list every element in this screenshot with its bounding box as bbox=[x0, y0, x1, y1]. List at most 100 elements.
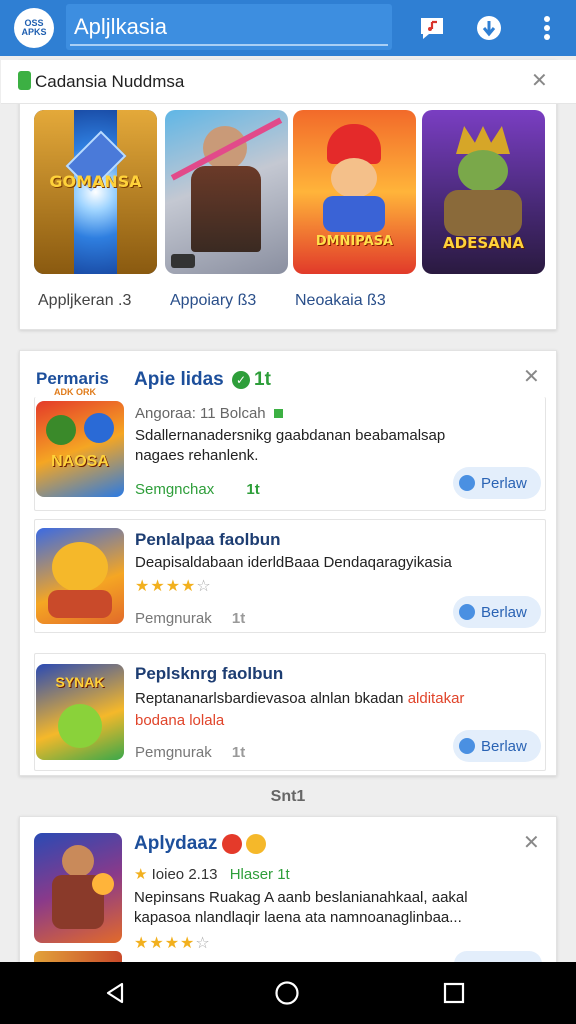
list-item[interactable]: NAOSA Angoraa: 11 Bolcah Sdallernanaders… bbox=[34, 397, 546, 511]
app-icon-3: SYNAK bbox=[36, 664, 124, 760]
app-title: Apljlkasia bbox=[74, 14, 167, 39]
icon-1-character-b bbox=[84, 413, 114, 443]
section-badge: Permaris bbox=[36, 369, 109, 388]
row-1-meta: Angoraa: 11 Bolcah bbox=[135, 405, 283, 422]
close-icon[interactable]: ✕ bbox=[531, 71, 548, 91]
icon-1-label: NAOSA bbox=[51, 453, 109, 470]
tile-2-age-badge bbox=[171, 254, 195, 268]
recommended-card: Permaris ADK ORK Apie lidas ✓ 1t ✕ NAOSA… bbox=[19, 350, 557, 776]
row-3-foot: Pemgnurak 1t bbox=[135, 744, 245, 761]
icon-2-cat-face bbox=[52, 542, 108, 592]
tile-4-hero-armor bbox=[444, 190, 522, 236]
pin-icon bbox=[459, 738, 475, 754]
recents-icon[interactable] bbox=[439, 978, 469, 1008]
logo-text: OSS APKS bbox=[21, 18, 47, 37]
row-2-foot-extra: 1t bbox=[231, 610, 246, 627]
section-badge-sub: ADK ORK bbox=[54, 387, 96, 397]
close-icon[interactable]: ✕ bbox=[523, 367, 540, 387]
game-tile-1[interactable]: GOMANSA bbox=[34, 110, 157, 274]
icon-3-label: SYNAK bbox=[55, 674, 105, 690]
app-detail-desc-1: Nepinsans Ruakag A aanb beslanianahkaal,… bbox=[134, 889, 468, 906]
app-detail-card[interactable]: Aplydaaz ✕ ★ Ioieo 2.13 Hlaser 1t Nepins… bbox=[19, 816, 557, 977]
search-underline bbox=[70, 44, 388, 46]
icon-1-character-a bbox=[46, 415, 76, 445]
app-detail-meta-text: Ioieo 2.13 bbox=[151, 866, 218, 883]
app-icon-1: NAOSA bbox=[36, 401, 124, 497]
icon-4-fireball bbox=[92, 873, 114, 895]
alert-icon bbox=[222, 834, 242, 854]
stars-empty: ☆ bbox=[196, 578, 212, 595]
app-detail-desc-2: kapasoa nlandlaqir laena ata namnoanagli… bbox=[134, 909, 462, 926]
update-icon[interactable] bbox=[473, 12, 505, 44]
chat-icon[interactable] bbox=[416, 12, 448, 44]
row-3-desc-2: bodana lolala bbox=[135, 712, 225, 729]
phone-badge-icon bbox=[18, 71, 31, 90]
game-tile-2[interactable] bbox=[165, 110, 288, 274]
app-detail-meta: ★ Ioieo 2.13 Hlaser 1t bbox=[134, 865, 290, 883]
app-icon-2 bbox=[36, 528, 124, 624]
icon-3-character bbox=[58, 704, 102, 748]
row-1-desc-1: Sdallernanadersnikg gaabdanan beabamalsa… bbox=[135, 427, 446, 444]
row-3-desc-1: Reptananarlsbardievasoa alnlan bkadan al… bbox=[135, 690, 545, 708]
system-nav-bar bbox=[0, 962, 576, 1024]
install-button[interactable]: Perlaw bbox=[453, 467, 541, 499]
row-1-meta-text: Angoraa: 11 Bolcah bbox=[135, 405, 266, 422]
rating-stars: ★★★★☆ bbox=[135, 576, 212, 596]
install-button[interactable]: Berlaw bbox=[453, 596, 541, 628]
icon-4-hero-head bbox=[62, 845, 94, 877]
search-field[interactable]: Apljlkasia bbox=[66, 4, 392, 50]
row-2-foot-text: Pemgnurak bbox=[135, 610, 212, 627]
pin-icon bbox=[459, 475, 475, 491]
row-1-desc-2: nagaes rehanlenk. bbox=[135, 447, 259, 464]
row-1-foot: Semgnchax 1t bbox=[135, 481, 260, 498]
collection-title: Cadansia Nuddmsa bbox=[35, 72, 185, 91]
close-icon[interactable]: ✕ bbox=[523, 833, 540, 853]
install-button-label: Berlaw bbox=[481, 603, 527, 621]
tile-1-caption: Appljkeran .3 bbox=[38, 292, 132, 309]
stars-filled: ★★★★ bbox=[135, 578, 197, 595]
back-icon[interactable] bbox=[100, 978, 130, 1008]
tile-4-art-label: ADESANA bbox=[443, 234, 524, 252]
pin-icon bbox=[459, 604, 475, 620]
stars-filled: ★★★★ bbox=[134, 935, 196, 952]
star-icon: ★ bbox=[134, 866, 148, 883]
tile-3-hero-body bbox=[323, 196, 385, 232]
stars-empty: ☆ bbox=[195, 935, 211, 952]
app-bar: OSS APKS Apljlkasia bbox=[0, 0, 576, 56]
list-item[interactable]: Penlalpaa faolbun Deapisaldabaan iderldB… bbox=[34, 519, 546, 633]
row-2-title: Penlalpaa faolbun bbox=[135, 530, 281, 549]
section-label: Snt1 bbox=[270, 788, 306, 805]
home-icon[interactable] bbox=[272, 978, 302, 1008]
icon-2-cat-body bbox=[48, 590, 112, 618]
emoji-icon bbox=[246, 834, 266, 854]
recommended-extra: ✓ 1t bbox=[232, 369, 271, 391]
row-1-foot-text: Semgnchax bbox=[135, 481, 215, 498]
game-tile-4[interactable]: ADESANA bbox=[422, 110, 545, 274]
row-1-foot-extra: 1t bbox=[246, 481, 260, 498]
install-button-label: Berlaw bbox=[481, 737, 527, 755]
recommended-title: Apie lidas bbox=[134, 369, 224, 390]
row-3-foot-extra: 1t bbox=[231, 744, 246, 761]
collection-header: Cadansia Nuddmsa ✕ bbox=[1, 60, 576, 104]
list-item[interactable]: SYNAK Peplsknrg faolbun Reptananarlsbard… bbox=[34, 653, 546, 771]
tile-2-hero-body bbox=[191, 166, 261, 252]
app-icon-4 bbox=[34, 833, 122, 943]
recommended-extra-text: 1t bbox=[254, 369, 271, 390]
rating-stars: ★★★★☆ bbox=[134, 933, 211, 953]
app-detail-title: Aplydaaz bbox=[134, 833, 218, 854]
tile-3-caption: Neoakaia ß3 bbox=[295, 292, 386, 309]
collection-card: Cadansia Nuddmsa ✕ GOMANSA DMNIPASA ADES… bbox=[1, 60, 576, 330]
row-3-title: Peplsknrg faolbun bbox=[135, 664, 284, 683]
tile-1-art-label: GOMANSA bbox=[49, 172, 142, 191]
row-2-desc-1: Deapisaldabaan iderldBaaa Dendaqaragyika… bbox=[135, 554, 452, 571]
install-button-label: Perlaw bbox=[481, 474, 527, 492]
game-tile-3[interactable]: DMNIPASA bbox=[293, 110, 416, 274]
tile-2-caption: Appoiary ß3 bbox=[170, 292, 257, 309]
tile-3-art-label: DMNIPASA bbox=[315, 234, 394, 249]
more-options-icon[interactable] bbox=[531, 12, 563, 44]
app-logo[interactable]: OSS APKS bbox=[14, 8, 54, 48]
install-button[interactable]: Berlaw bbox=[453, 730, 541, 762]
app-detail-meta-green: Hlaser 1t bbox=[229, 866, 290, 883]
row-3-desc-text: Reptananarlsbardievasoa alnlan bkadan bbox=[135, 690, 404, 707]
tile-4-hero-face bbox=[458, 150, 508, 192]
